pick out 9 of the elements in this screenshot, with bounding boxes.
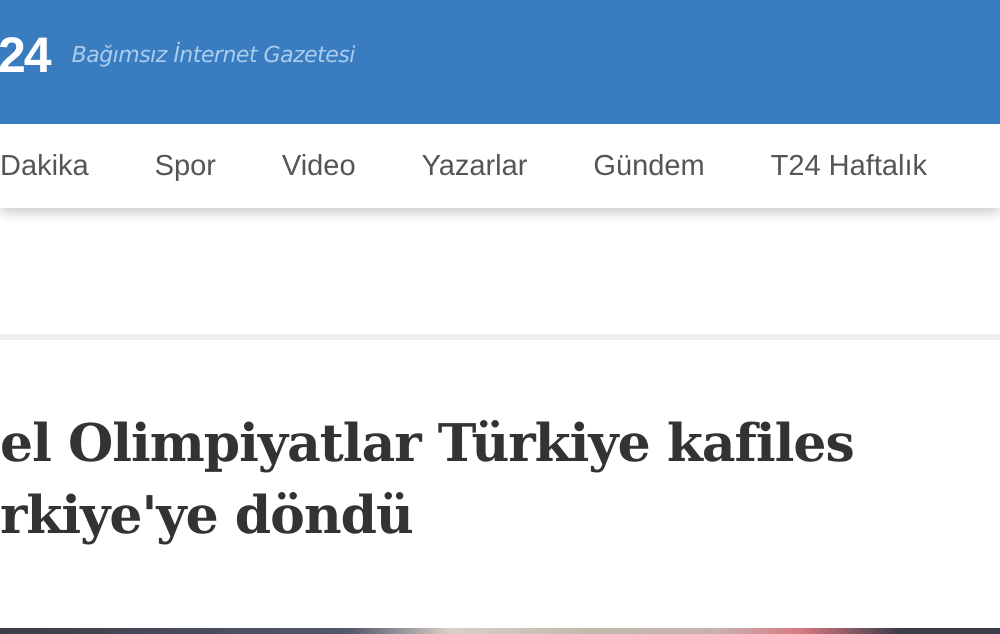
site-logo[interactable]: 24 [0, 30, 50, 80]
nav-link[interactable]: Dakika [0, 150, 89, 182]
nav-link[interactable]: Video [282, 150, 356, 182]
nav-link[interactable]: Gündem [593, 150, 705, 182]
nav-link[interactable]: Spor [154, 150, 216, 182]
article-headline: el Olimpiyatlar Türkiye kafiles rkiye'ye döndü [0, 412, 854, 548]
site-tagline: Bağımsız İnternet Gazetesi [72, 42, 355, 68]
nav-link[interactable]: Yazarlar [422, 150, 528, 182]
nav-link[interactable]: T24 Haftalık [770, 150, 927, 182]
